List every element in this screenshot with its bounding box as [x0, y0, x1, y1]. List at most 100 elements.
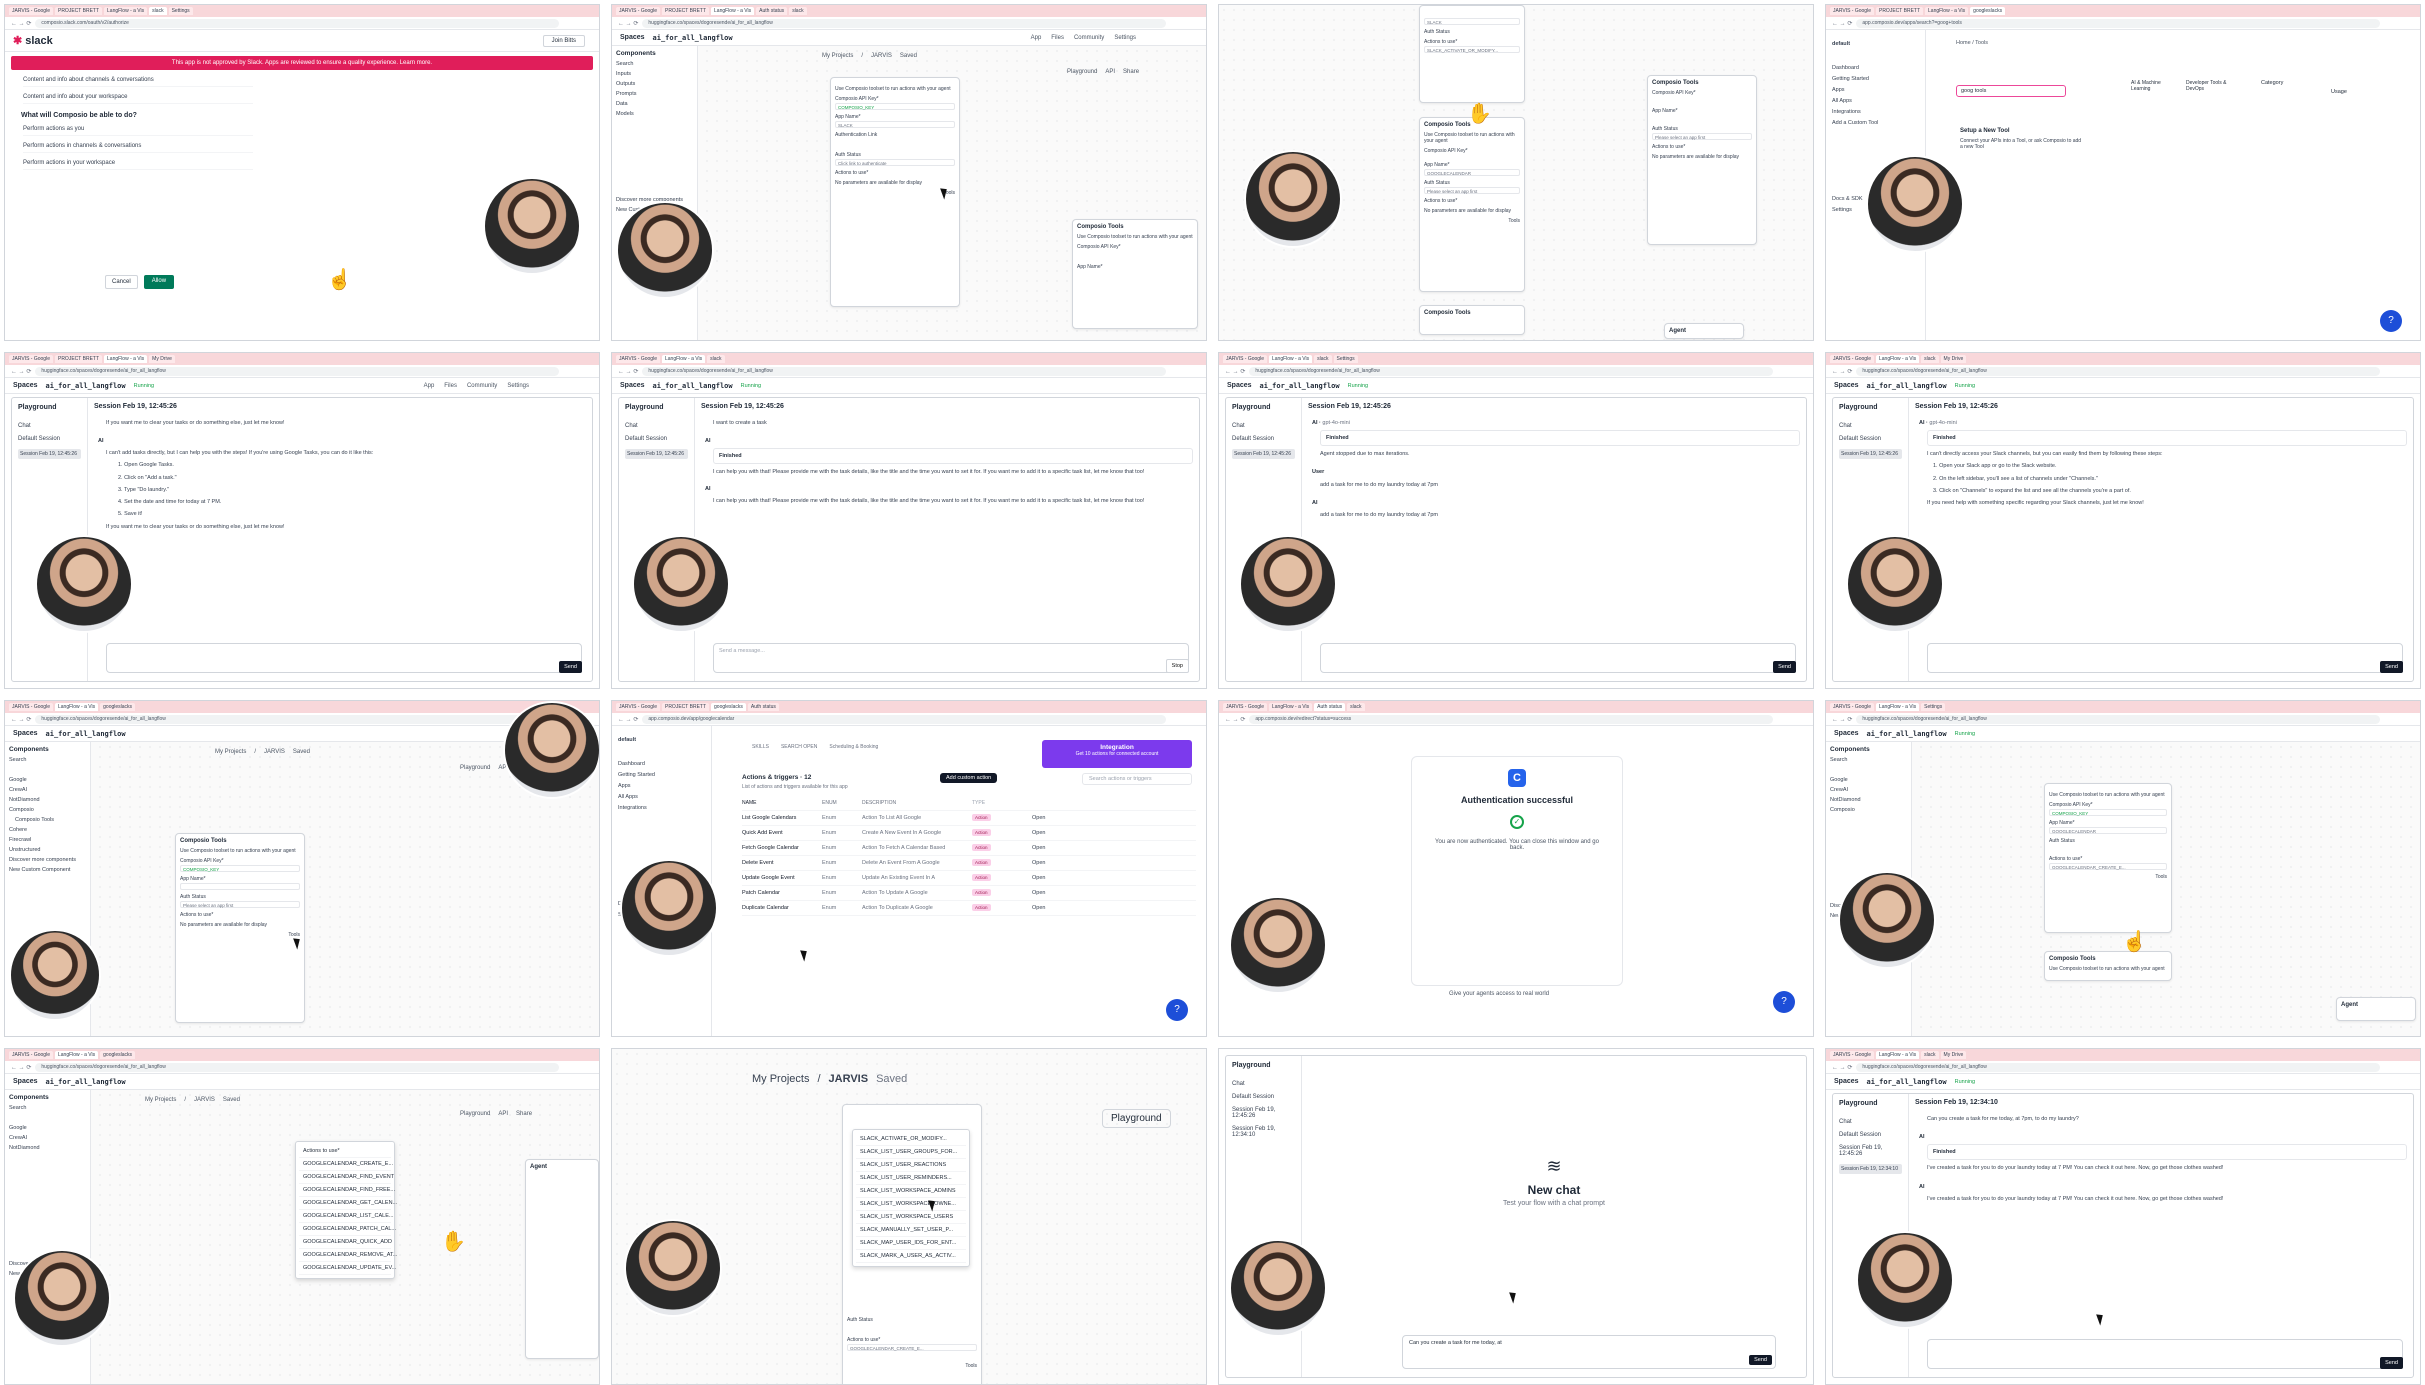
- share-button[interactable]: Share: [516, 1111, 532, 1117]
- agent-node[interactable]: Agent: [2336, 997, 2416, 1021]
- sidebar-item[interactable]: Data: [616, 101, 693, 107]
- browser-tab[interactable]: googleslacks: [711, 703, 746, 711]
- auth-status-field[interactable]: Click link to authenticate: [835, 159, 955, 166]
- tools-output[interactable]: Tools: [180, 932, 300, 938]
- dropdown-option[interactable]: GOOGLECALENDAR_FIND_EVENT: [299, 1171, 394, 1184]
- finished-status[interactable]: Finished: [1927, 1144, 2407, 1161]
- tools-output[interactable]: Tools: [835, 190, 955, 196]
- browser-tab[interactable]: JARVIS - Google: [1223, 355, 1267, 363]
- search-input[interactable]: Search: [1830, 757, 1907, 763]
- tools-output[interactable]: Tools: [1424, 218, 1520, 224]
- browser-tab[interactable]: LangFlow - a Vis: [54, 703, 99, 711]
- browser-tab[interactable]: JARVIS - Google: [9, 703, 53, 711]
- chat-input[interactable]: [1927, 1339, 2403, 1369]
- browser-tab[interactable]: My Drive: [149, 355, 175, 363]
- browser-tab[interactable]: LangFlow - a Vis: [1925, 7, 1969, 15]
- sidebar-item[interactable]: Models: [616, 111, 693, 117]
- browser-tab[interactable]: JARVIS - Google: [616, 355, 660, 363]
- app-name-select[interactable]: GOOGLECALENDAR: [2049, 827, 2167, 834]
- spaces-brand[interactable]: Spaces: [1834, 382, 1859, 389]
- sidebar-item[interactable]: Google: [9, 777, 86, 783]
- browser-tab[interactable]: googleslacks: [100, 1051, 136, 1059]
- browser-tab[interactable]: slack: [1314, 355, 1332, 363]
- address-bar[interactable]: ← → ⟳ app.composio.dev/apps/search?=goog+…: [1826, 17, 2420, 30]
- open-link[interactable]: Open: [1032, 875, 1045, 881]
- url-text[interactable]: huggingface.co/spaces/dogoresende/ai_for…: [35, 366, 559, 376]
- open-link[interactable]: Open: [1032, 830, 1045, 836]
- browser-tab[interactable]: JARVIS - Google: [616, 7, 660, 15]
- browser-tab[interactable]: slack: [1921, 1051, 1939, 1059]
- breadcrumb-home[interactable]: Home: [1956, 40, 1971, 46]
- sidebar-item[interactable]: Dashboard: [1832, 65, 1919, 71]
- sidebar-item[interactable]: All Apps: [1832, 98, 1919, 104]
- browser-tab[interactable]: JARVIS - Google: [9, 1051, 53, 1059]
- help-icon[interactable]: ?: [2380, 310, 2402, 332]
- session-item[interactable]: Session Feb 19, 12:45:26: [1232, 1107, 1295, 1119]
- share-button[interactable]: Share: [1123, 69, 1139, 75]
- tools-output[interactable]: Tools: [2049, 874, 2167, 880]
- usage-select[interactable]: Usage: [2331, 89, 2347, 95]
- nav-arrows-icon[interactable]: ← → ⟳: [11, 368, 31, 375]
- new-custom-component-button[interactable]: New Custom Component: [9, 867, 86, 873]
- url-text[interactable]: app.composio.dev/app/googlecalendar: [642, 714, 1166, 724]
- chat-section[interactable]: Chat: [1232, 423, 1295, 429]
- browser-tab[interactable]: LangFlow - a Vis: [104, 7, 148, 15]
- auth-status-field[interactable]: Please select an app first: [180, 901, 300, 908]
- send-button[interactable]: Send: [1773, 660, 1796, 673]
- sidebar-item[interactable]: Integrations: [1832, 109, 1919, 115]
- composio-tools-node-4[interactable]: Composio Tools: [1419, 305, 1525, 335]
- spaces-brand[interactable]: Spaces: [620, 382, 645, 389]
- send-button[interactable]: Send: [2380, 660, 2403, 673]
- open-link[interactable]: Open: [1032, 860, 1045, 866]
- category-dev[interactable]: Developer Tools & DevOps: [2186, 80, 2236, 92]
- browser-tab[interactable]: PROJECT BRETT: [661, 703, 710, 711]
- browser-tab[interactable]: slack: [1347, 703, 1365, 711]
- sidebar-item[interactable]: All Apps: [618, 794, 705, 800]
- playground-button[interactable]: Playground: [1102, 1109, 1171, 1128]
- chat-input[interactable]: Can you create a task for me today, at: [1402, 1335, 1776, 1369]
- browser-tab[interactable]: Settings: [1921, 703, 1946, 711]
- table-row[interactable]: List Google Calendars Enum Action To List …: [742, 811, 1196, 826]
- sidebar-item[interactable]: Apps: [1832, 87, 1919, 93]
- browser-tab[interactable]: JARVIS - Google: [9, 355, 53, 363]
- url-text[interactable]: app.composio.dev/apps/search?=goog+tools: [1856, 18, 2380, 28]
- sidebar-item[interactable]: Composio Tools: [15, 817, 86, 823]
- session-item[interactable]: Default Session: [18, 436, 81, 442]
- session-item-active[interactable]: Session Feb 19, 12:45:26: [1839, 449, 1902, 459]
- open-link[interactable]: Open: [1032, 890, 1045, 896]
- workspace-select[interactable]: default: [1832, 41, 1919, 47]
- sidebar-item[interactable]: Outputs: [616, 81, 693, 87]
- breadcrumb-flow[interactable]: JARVIS: [194, 1097, 215, 1103]
- api-key-input[interactable]: COMPOSIO_KEY: [180, 865, 300, 872]
- session-item-active[interactable]: Session Feb 19, 12:34:10: [1839, 1164, 1902, 1174]
- browser-tab[interactable]: PROJECT BRETT: [54, 355, 103, 363]
- dropdown-option[interactable]: SLACK_MAP_USER_IDS_FOR_ENT...: [856, 1237, 966, 1250]
- chat-section[interactable]: Chat: [1839, 423, 1902, 429]
- composio-tools-node-2[interactable]: Composio Tools Use Composio toolset to r…: [2044, 951, 2172, 981]
- browser-tab[interactable]: Auth status: [756, 7, 788, 15]
- workspace-select[interactable]: Join Bitts: [542, 34, 585, 47]
- browser-tab[interactable]: LangFlow - a Vis: [54, 1051, 99, 1059]
- chat-input[interactable]: [106, 643, 582, 673]
- dropdown-option[interactable]: GOOGLECALENDAR_PATCH_CAL...: [299, 1223, 396, 1236]
- sidebar-item[interactable]: Firecrawl: [9, 837, 86, 843]
- sidebar-item[interactable]: NotDiamond: [9, 797, 86, 803]
- actions-dropdown[interactable]: Actions to use* GOOGLECALENDAR_CREATE_E.…: [295, 1141, 397, 1279]
- tools-output[interactable]: Tools: [847, 1363, 977, 1369]
- app-name-select[interactable]: SLACK: [1424, 18, 1520, 25]
- spaces-brand[interactable]: Spaces: [13, 730, 38, 737]
- spaces-brand[interactable]: Spaces: [1834, 730, 1859, 737]
- nav-community[interactable]: Community: [467, 383, 497, 389]
- nav-arrows-icon[interactable]: ← → ⟳: [1832, 368, 1852, 375]
- browser-tab[interactable]: slack: [1921, 355, 1939, 363]
- api-button[interactable]: API: [1105, 69, 1115, 75]
- browser-tab[interactable]: slack: [707, 355, 725, 363]
- nav-files[interactable]: Files: [444, 383, 457, 389]
- playground-button[interactable]: Playground: [460, 1111, 490, 1117]
- browser-tab[interactable]: PROJECT BRETT: [661, 7, 710, 15]
- dropdown-option[interactable]: GOOGLECALENDAR_REMOVE_AT...: [299, 1249, 397, 1262]
- browser-tab[interactable]: JARVIS - Google: [1830, 7, 1874, 15]
- search-input[interactable]: Search: [616, 61, 693, 67]
- search-input[interactable]: Search: [9, 1105, 86, 1111]
- help-icon[interactable]: ?: [1166, 999, 1188, 1021]
